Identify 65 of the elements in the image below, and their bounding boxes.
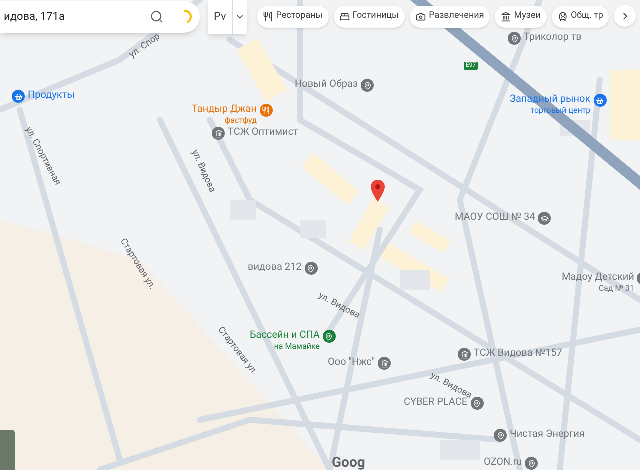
layers-button[interactable]: Рv [208, 0, 248, 34]
place-marker[interactable] [361, 79, 374, 92]
place-name: OZON.ru [484, 457, 522, 468]
place-name: ТСЖ Видова №157 [474, 348, 562, 359]
map-pin-icon [496, 432, 504, 440]
map-pin-icon [364, 82, 372, 90]
place-name: Триколор тв [524, 32, 582, 43]
place-name: Западный рынок [510, 94, 591, 105]
place-name: Бассейн и СПА [250, 330, 320, 341]
place-marker[interactable] [378, 357, 392, 370]
place-name: Продукты [28, 90, 75, 101]
place-marker[interactable] [538, 212, 552, 225]
satellite-thumbnail[interactable] [0, 430, 15, 470]
place-marker[interactable] [470, 397, 484, 410]
landmark-icon [380, 360, 389, 368]
place-category: торговый центр [530, 105, 591, 116]
street-label: ул. Спор [127, 31, 164, 62]
place-name: видова 212 [248, 262, 302, 273]
fork-knife-icon [262, 106, 270, 114]
search-box[interactable]: идова, 171а [0, 1, 200, 33]
search-icon[interactable] [150, 10, 164, 24]
place-marker[interactable] [458, 348, 471, 361]
search-field[interactable]: идова, 171а [4, 8, 150, 26]
place-name: Новый Образ [295, 79, 358, 90]
category-chip[interactable]: Гостиницы [334, 6, 406, 28]
category-icon [416, 12, 426, 22]
place-name: Ооо "Нжс" [328, 357, 376, 368]
place-marker[interactable] [594, 94, 607, 107]
place-marker[interactable] [525, 457, 538, 470]
graduation-cap-icon [540, 214, 549, 222]
map-pin-icon [307, 264, 316, 272]
place-marker[interactable] [304, 262, 318, 275]
map-pin-icon [325, 332, 334, 340]
category-icon [263, 12, 274, 22]
place-marker[interactable] [260, 104, 273, 117]
place-name: Чистая Энергия [510, 429, 585, 440]
location-pin-icon [371, 180, 385, 202]
category-chip[interactable]: Рестораны [257, 6, 329, 28]
map-logo: Goog [332, 456, 366, 470]
category-icon [340, 12, 350, 22]
map-pin-icon [510, 34, 518, 42]
category-icon [501, 12, 512, 22]
place-name: CYBER PLACE [404, 397, 468, 408]
category-icon [558, 12, 568, 22]
place-marker[interactable] [322, 330, 336, 343]
category-chip[interactable]: Развлечения [410, 6, 490, 28]
landmark-icon [460, 350, 468, 358]
place-name: ТСЖ Оптимист [228, 127, 298, 138]
place-marker[interactable] [508, 32, 521, 45]
basket-icon [14, 92, 22, 100]
place-name: Тандыр Джан [192, 104, 257, 115]
map-pin-icon [528, 460, 536, 468]
place-category: на Мамайке [274, 341, 320, 352]
category-chip[interactable]: Общ. тр [552, 6, 610, 28]
category-chip[interactable]: Музеи [495, 6, 547, 28]
place-marker[interactable] [494, 429, 507, 442]
place-marker[interactable] [212, 127, 225, 140]
place-category: Сад № 31 [598, 283, 634, 294]
basket-icon [596, 96, 604, 104]
place-name: Мадоу Детский [562, 272, 634, 283]
map-pin-icon [473, 400, 482, 408]
place-name: МАОУ СОШ № 34 [455, 212, 536, 223]
landmark-icon [214, 130, 222, 138]
place-marker[interactable] [12, 90, 25, 103]
place-category: фастфуд [224, 115, 257, 126]
